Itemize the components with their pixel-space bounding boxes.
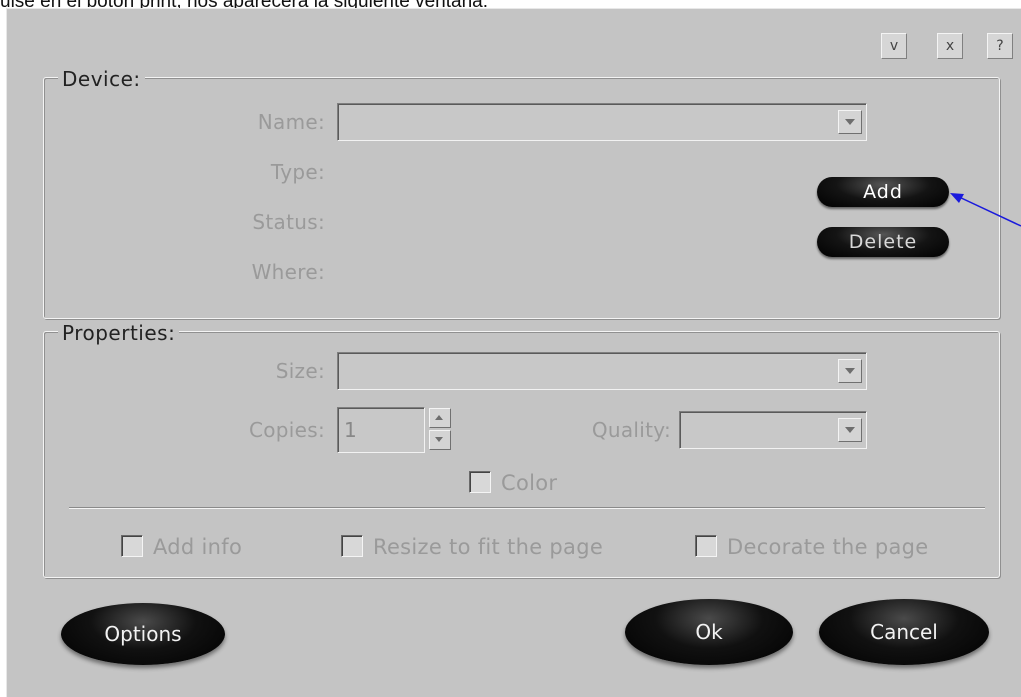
- cancel-button[interactable]: Cancel: [819, 599, 989, 665]
- type-label: Type:: [270, 160, 325, 184]
- size-combobox[interactable]: [337, 352, 867, 390]
- properties-separator: [69, 507, 985, 509]
- add-info-label: Add info: [153, 535, 243, 559]
- copies-value: 1: [344, 418, 357, 442]
- copies-up-icon[interactable]: [429, 408, 451, 428]
- options-button[interactable]: Options: [61, 603, 225, 665]
- name-combobox[interactable]: [337, 103, 867, 141]
- copies-field[interactable]: 1: [337, 407, 425, 453]
- name-label: Name:: [257, 110, 325, 134]
- quality-dropdown-icon[interactable]: [838, 418, 862, 442]
- resize-label: Resize to fit the page: [373, 535, 604, 559]
- quality-label: Quality:: [591, 418, 671, 442]
- color-checkbox[interactable]: [469, 471, 491, 493]
- decorate-label: Decorate the page: [727, 535, 929, 559]
- quality-combobox[interactable]: [679, 411, 867, 449]
- name-dropdown-icon[interactable]: [838, 110, 862, 134]
- minimize-button[interactable]: v: [881, 33, 907, 59]
- add-button[interactable]: Add: [817, 177, 949, 207]
- properties-legend: Properties:: [58, 321, 180, 345]
- help-button[interactable]: ?: [987, 33, 1013, 59]
- size-dropdown-icon[interactable]: [838, 359, 862, 383]
- where-label: Where:: [251, 260, 325, 284]
- print-dialog: v x ? Device: Name: Type: Status: Where:…: [6, 8, 1021, 697]
- decorate-checkbox[interactable]: [695, 535, 717, 557]
- color-label: Color: [501, 471, 558, 495]
- size-label: Size:: [275, 359, 325, 383]
- close-button[interactable]: x: [937, 33, 963, 59]
- resize-checkbox[interactable]: [341, 535, 363, 557]
- delete-button[interactable]: Delete: [817, 227, 949, 257]
- copies-down-icon[interactable]: [429, 430, 451, 450]
- status-label: Status:: [252, 210, 325, 234]
- copies-label: Copies:: [248, 418, 325, 442]
- device-legend: Device:: [58, 67, 145, 91]
- add-info-checkbox[interactable]: [121, 535, 143, 557]
- ok-button[interactable]: Ok: [625, 599, 793, 665]
